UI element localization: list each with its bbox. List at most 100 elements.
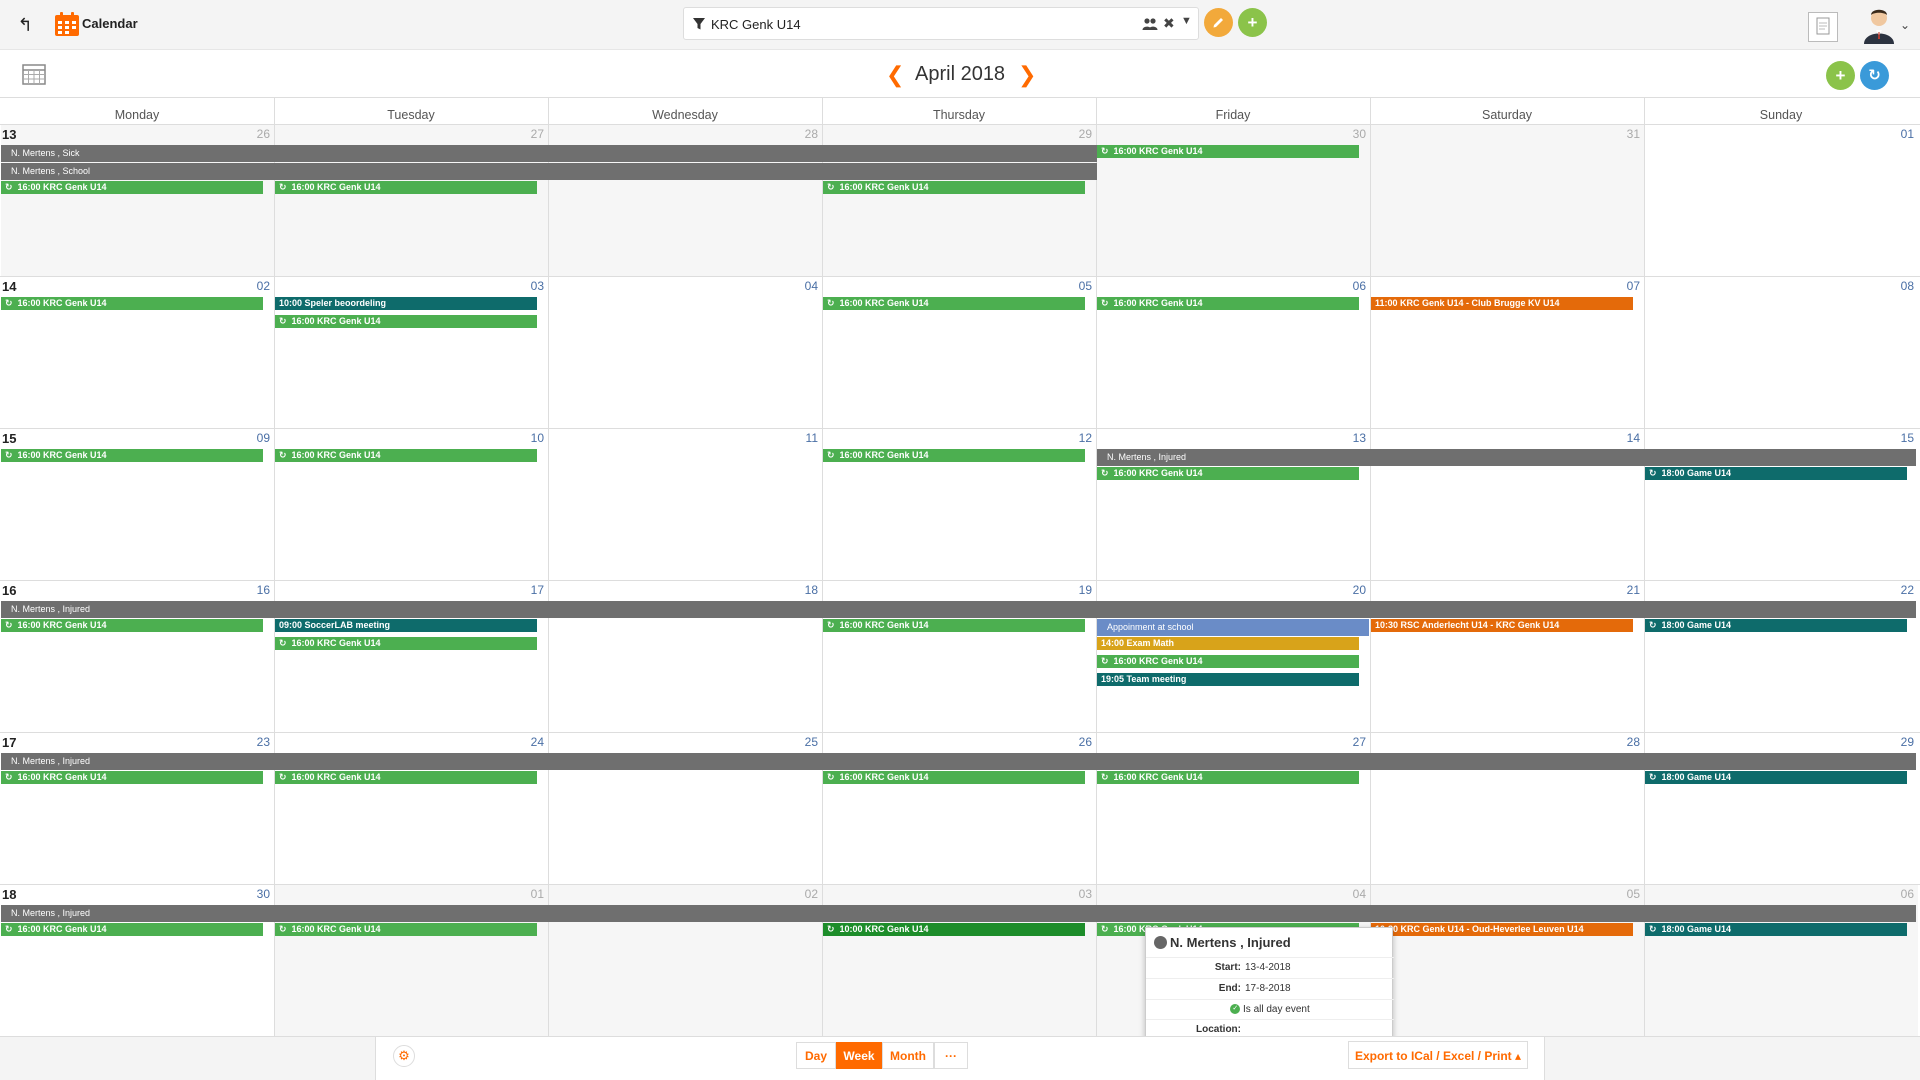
day-number[interactable]: 16 <box>230 583 270 597</box>
calendar-event[interactable]: ↻ 16:00 KRC Genk U14 <box>823 771 1085 784</box>
team-filter[interactable]: KRC Genk U14 ✖ ▼ <box>683 7 1199 40</box>
day-number[interactable]: 26 <box>1052 735 1092 749</box>
day-number[interactable]: 03 <box>504 279 544 293</box>
calendar-event[interactable]: ↻ 16:00 KRC Genk U14 <box>1 297 263 310</box>
day-number[interactable]: 21 <box>1600 583 1640 597</box>
calendar-event[interactable]: 10:00 Speler beoordeling <box>275 297 537 310</box>
calendar-event[interactable]: ↻ 18:00 Game U14 <box>1645 467 1907 480</box>
day-number[interactable]: 01 <box>1874 127 1914 141</box>
calendar-event[interactable]: ↻ 16:00 KRC Genk U14 <box>1097 145 1359 158</box>
day-cell-other-month[interactable] <box>1371 125 1644 276</box>
add-event-button[interactable]: + <box>1826 61 1855 90</box>
allday-event-bar[interactable]: N. Mertens , Injured <box>1 905 1916 922</box>
day-number[interactable]: 07 <box>1600 279 1640 293</box>
day-number[interactable]: 26 <box>230 127 270 141</box>
day-number[interactable]: 22 <box>1874 583 1914 597</box>
calendar-event[interactable]: 10:30 KRC Genk U14 - Oud-Heverlee Leuven… <box>1371 923 1633 936</box>
view-day-button[interactable]: Day <box>796 1042 836 1069</box>
day-number[interactable]: 30 <box>1326 127 1366 141</box>
week-number[interactable]: 14 <box>2 279 16 294</box>
user-avatar[interactable] <box>1862 6 1896 44</box>
calendar-event[interactable]: ↻ 16:00 KRC Genk U14 <box>275 315 537 328</box>
day-number[interactable]: 10 <box>504 431 544 445</box>
day-number[interactable]: 01 <box>504 887 544 901</box>
calendar-event[interactable]: ↻ 16:00 KRC Genk U14 <box>1097 771 1359 784</box>
day-number[interactable]: 03 <box>1052 887 1092 901</box>
day-number[interactable]: 14 <box>1600 431 1640 445</box>
calendar-event[interactable]: ↻ 16:00 KRC Genk U14 <box>823 181 1085 194</box>
calendar-event[interactable]: ↻ 18:00 Game U14 <box>1645 923 1907 936</box>
calendar-event[interactable]: 10:30 RSC Anderlecht U14 - KRC Genk U14 <box>1371 619 1633 632</box>
day-number[interactable]: 18 <box>778 583 818 597</box>
calendar-event[interactable]: ↻ 16:00 KRC Genk U14 <box>1 181 263 194</box>
day-number[interactable]: 20 <box>1326 583 1366 597</box>
calendar-event[interactable]: ↻ 18:00 Game U14 <box>1645 771 1907 784</box>
week-number[interactable]: 15 <box>2 431 16 446</box>
calendar-event[interactable]: ↻ 16:00 KRC Genk U14 <box>275 449 537 462</box>
allday-event-bar[interactable]: N. Mertens , Injured <box>1 753 1916 770</box>
calendar-event[interactable]: 14:00 Exam Math <box>1097 637 1359 650</box>
calendar-event[interactable]: ↻ 16:00 KRC Genk U14 <box>1 449 263 462</box>
calendar-event[interactable]: ↻ 10:00 KRC Genk U14 <box>823 923 1085 936</box>
week-number[interactable]: 16 <box>2 583 16 598</box>
allday-event-bar[interactable]: N. Mertens , School <box>1 163 1097 180</box>
calendar-event[interactable]: ↻ 16:00 KRC Genk U14 <box>275 637 537 650</box>
day-number[interactable]: 29 <box>1874 735 1914 749</box>
gear-icon[interactable]: ⚙ <box>393 1045 415 1067</box>
allday-event-bar[interactable]: N. Mertens , Injured <box>1097 449 1916 466</box>
day-number[interactable]: 02 <box>778 887 818 901</box>
day-number[interactable]: 05 <box>1052 279 1092 293</box>
calendar-event[interactable]: ↻ 18:00 Game U14 <box>1645 619 1907 632</box>
day-number[interactable]: 15 <box>1874 431 1914 445</box>
day-number[interactable]: 28 <box>778 127 818 141</box>
back-arrow-icon[interactable]: ↰ <box>14 14 36 36</box>
calendar-event[interactable]: 09:00 SoccerLAB meeting <box>275 619 537 632</box>
day-number[interactable]: 06 <box>1874 887 1914 901</box>
day-number[interactable]: 04 <box>778 279 818 293</box>
calendar-event[interactable]: 11:00 KRC Genk U14 - Club Brugge KV U14 <box>1371 297 1633 310</box>
day-number[interactable]: 09 <box>230 431 270 445</box>
view-month-button[interactable]: Month <box>882 1042 934 1069</box>
calendar-event[interactable]: ↻ 16:00 KRC Genk U14 <box>275 771 537 784</box>
day-number[interactable]: 27 <box>1326 735 1366 749</box>
calendar-icon[interactable] <box>22 63 46 85</box>
week-number[interactable]: 18 <box>2 887 16 902</box>
calendar-event[interactable]: ↻ 16:00 KRC Genk U14 <box>823 449 1085 462</box>
calendar-event[interactable]: ↻ 16:00 KRC Genk U14 <box>1097 297 1359 310</box>
edit-button[interactable] <box>1204 8 1233 37</box>
day-number[interactable]: 25 <box>778 735 818 749</box>
view-week-button[interactable]: Week <box>836 1042 882 1069</box>
calendar-event[interactable]: ↻ 16:00 KRC Genk U14 <box>1 923 263 936</box>
day-number[interactable]: 06 <box>1326 279 1366 293</box>
day-number[interactable]: 23 <box>230 735 270 749</box>
calendar-event[interactable]: ↻ 16:00 KRC Genk U14 <box>823 619 1085 632</box>
day-number[interactable]: 02 <box>230 279 270 293</box>
day-number[interactable]: 05 <box>1600 887 1640 901</box>
day-number[interactable]: 13 <box>1326 431 1366 445</box>
allday-event-bar[interactable]: N. Mertens , Injured <box>1 601 1916 618</box>
calendar-event[interactable]: ↻ 16:00 KRC Genk U14 <box>1 771 263 784</box>
previous-month-button[interactable]: ❮ <box>886 62 904 88</box>
day-number[interactable]: 08 <box>1874 279 1914 293</box>
more-views-button[interactable]: ··· <box>934 1042 968 1069</box>
refresh-button[interactable]: ↻ <box>1860 61 1889 90</box>
calendar-event[interactable]: ↻ 16:00 KRC Genk U14 <box>1 619 263 632</box>
document-icon[interactable] <box>1808 12 1838 42</box>
day-number[interactable]: 31 <box>1600 127 1640 141</box>
calendar-event[interactable]: 19:05 Team meeting <box>1097 673 1359 686</box>
week-number[interactable]: 17 <box>2 735 16 750</box>
add-button[interactable]: + <box>1238 8 1267 37</box>
day-number[interactable]: 24 <box>504 735 544 749</box>
calendar-event[interactable]: ↻ 16:00 KRC Genk U14 <box>1097 467 1359 480</box>
day-number[interactable]: 12 <box>1052 431 1092 445</box>
calendar-event[interactable]: ↻ 16:00 KRC Genk U14 <box>275 181 537 194</box>
day-number[interactable]: 27 <box>504 127 544 141</box>
week-number[interactable]: 13 <box>2 127 16 142</box>
day-number[interactable]: 11 <box>778 431 818 445</box>
calendar-event[interactable]: Appoinment at school <box>1097 619 1369 636</box>
export-button[interactable]: Export to ICal / Excel / Print ▴ <box>1348 1041 1528 1069</box>
day-number[interactable]: 19 <box>1052 583 1092 597</box>
clear-filter-icon[interactable]: ✖ <box>1163 15 1175 32</box>
day-number[interactable]: 28 <box>1600 735 1640 749</box>
calendar-event[interactable]: ↻ 16:00 KRC Genk U14 <box>275 923 537 936</box>
